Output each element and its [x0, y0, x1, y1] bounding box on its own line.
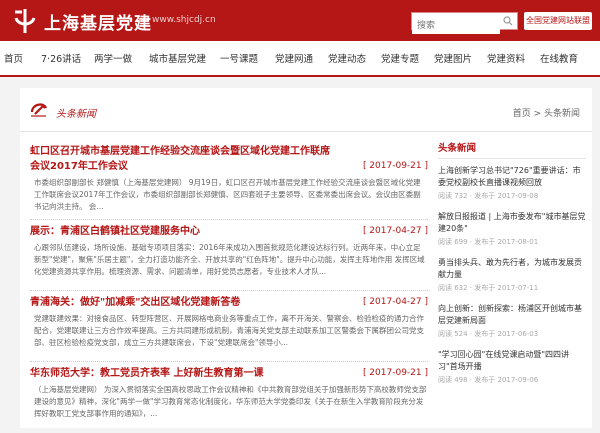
nav-item-news[interactable]: 党建动态 — [328, 51, 381, 65]
nav-item-photos[interactable]: 党建图片 — [434, 51, 487, 65]
search-box — [411, 12, 518, 34]
nav-item-home[interactable]: 首页 — [4, 51, 41, 65]
article-summary: 心跟邻队伍建设，场所设施、基础专项项目落实：2016年来成功入围首批规范化建设达… — [34, 243, 425, 276]
site-name[interactable]: 上海基层党建 — [44, 9, 152, 34]
sidebar-item-title[interactable]: 上海创新学习总书记"726"重要讲话：市委党校副校长直播课视频回放 — [438, 165, 586, 189]
article-title[interactable]: 青浦海关：做好"加减乘"交出区域化党建新答卷 — [30, 297, 240, 308]
article-title-row: 虹口区召开城市基层党建工作经验交流座谈会暨区域化党建工作联席会议2017年工作会… — [30, 144, 428, 174]
article-summary: （上海基层党建网） 为深入贯彻落实全国高校思政工作会议精神和《中共教育部党组关于… — [34, 385, 427, 418]
sidebar-header: 头条新闻 — [438, 140, 586, 159]
alliance-button[interactable]: 全国党建网站联盟 — [524, 12, 592, 30]
sidebar-item: 勇当排头兵、敢为先行者，为城市发展贡献力量 阅读 632 · 发布于 2017-… — [438, 257, 586, 293]
breadcrumb[interactable]: 首页 > 头条新闻 — [513, 106, 580, 119]
nav-item-urban-grassroots[interactable]: 城市基层党建 — [149, 51, 220, 65]
sidebar-item-title[interactable]: 解放日报报道 | 上海市委发布"城市基层党建20条" — [438, 211, 586, 235]
article-date: [ 2017-04-27 ] — [362, 226, 428, 236]
sidebar-item-meta: 阅读 699 · 发布于 2017-08-01 — [438, 238, 539, 246]
sidebar-item-title[interactable]: 向上创新：创新探索：杨浦区开创城市基层党建新局面 — [438, 303, 586, 327]
nav-item-726-speech[interactable]: 7·26讲话 — [41, 51, 94, 65]
sidebar-item-meta: 阅读 498 · 发布于 2017-09-06 — [438, 376, 539, 384]
article-list: 虹口区召开城市基层党建工作经验交流座谈会暨区域化党建工作联席会议2017年工作会… — [30, 140, 428, 433]
sidebar-item: 上海创新学习总书记"726"重要讲话：市委党校副校长直播课视频回放 阅读 732… — [438, 165, 586, 201]
sidebar-item: 向上创新：创新探索：杨浦区开创城市基层党建新局面 阅读 524 · 发布于 20… — [438, 303, 586, 339]
content-panel: 头条新闻 首页 > 头条新闻 虹口区召开城市基层党建工作经验交流座谈会暨区域化党… — [20, 88, 592, 428]
sidebar-item: "学习回心园"在线党课启动暨"四四讲习"首场开播 阅读 498 · 发布于 20… — [438, 349, 586, 385]
sidebar-item-meta: 阅读 524 · 发布于 2017-06-03 — [438, 330, 539, 338]
article-date: [ 2017-04-27 ] — [362, 297, 428, 307]
article-title[interactable]: 华东师范大学：教工党员齐表率 上好新生教育第一课 — [30, 368, 263, 379]
section-label: 头条新闻 — [56, 109, 96, 120]
article-date: [ 2017-09-21 ] — [362, 368, 428, 378]
search-input[interactable] — [412, 18, 500, 34]
nav-item-online-education[interactable]: 在线教育 — [540, 51, 590, 65]
article-date: [ 2017-09-21 ] — [362, 161, 428, 171]
article-title-row: 青浦海关：做好"加减乘"交出区域化党建新答卷 [ 2017-04-27 ] — [30, 295, 428, 310]
article-title-row: 华东师范大学：教工党员齐表率 上好新生教育第一课 [ 2017-09-21 ] — [30, 366, 428, 381]
sidebar-item-title[interactable]: 勇当排头兵、敢为先行者，为城市发展贡献力量 — [438, 257, 586, 281]
list-item: 虹口区召开城市基层党建工作经验交流座谈会暨区域化党建工作联席会议2017年工作会… — [30, 140, 428, 220]
main-nav: 首页 7·26讲话 两学一做 城市基层党建 一号课题 党建网通 党建动态 党建专… — [0, 41, 600, 77]
site-header: 上海基层党建 www.shjcdj.cn 全国党建网站联盟 — [0, 0, 600, 41]
section-bar: 头条新闻 首页 > 头条新闻 — [20, 88, 592, 132]
search-icon[interactable] — [503, 16, 513, 26]
nav-item-topics[interactable]: 党建专题 — [381, 51, 434, 65]
article-title-row: 展示：青浦区白鹤镇社区党建服务中心 [ 2017-04-27 ] — [30, 224, 428, 239]
sidebar-item: 解放日报报道 | 上海市委发布"城市基层党建20条" 阅读 699 · 发布于 … — [438, 211, 586, 247]
sidebar: 头条新闻 上海创新学习总书记"726"重要讲话：市委党校副校长直播课视频回放 阅… — [438, 140, 586, 395]
list-item: 华东师范大学：教工党员齐表率 上好新生教育第一课 [ 2017-09-21 ] … — [30, 362, 428, 433]
nav-item-two-studies[interactable]: 两学一做 — [94, 51, 149, 65]
nav-item-resources[interactable]: 党建资料 — [487, 51, 540, 65]
sidebar-item-title[interactable]: "学习回心园"在线党课启动暨"四四讲习"首场开播 — [438, 349, 586, 373]
sidebar-item-meta: 阅读 632 · 发布于 2017-07-11 — [438, 284, 539, 292]
article-summary: 党建联建效果：对接食品区、转型阵营区、开展网格电商业务等重点工作，离不开海关、警… — [34, 314, 424, 347]
nav-item-network[interactable]: 党建网通 — [275, 51, 328, 65]
nav-item-topic-one[interactable]: 一号课题 — [220, 51, 275, 65]
article-summary: 市委组织部副部长 郑健慎（上海基层党建网） 9月19日，虹口区召开城市基层党建工… — [34, 178, 421, 211]
list-item: 展示：青浦区白鹤镇社区党建服务中心 [ 2017-04-27 ] 心跟邻队伍建设… — [30, 220, 428, 291]
hammer-sickle-icon — [30, 103, 48, 117]
sidebar-item-meta: 阅读 732 · 发布于 2017-09-08 — [438, 192, 539, 200]
site-url: www.shjcdj.cn — [152, 15, 216, 25]
article-title[interactable]: 展示：青浦区白鹤镇社区党建服务中心 — [30, 226, 200, 237]
party-logo-icon[interactable] — [10, 6, 40, 36]
list-item: 青浦海关：做好"加减乘"交出区域化党建新答卷 [ 2017-04-27 ] 党建… — [30, 291, 428, 362]
